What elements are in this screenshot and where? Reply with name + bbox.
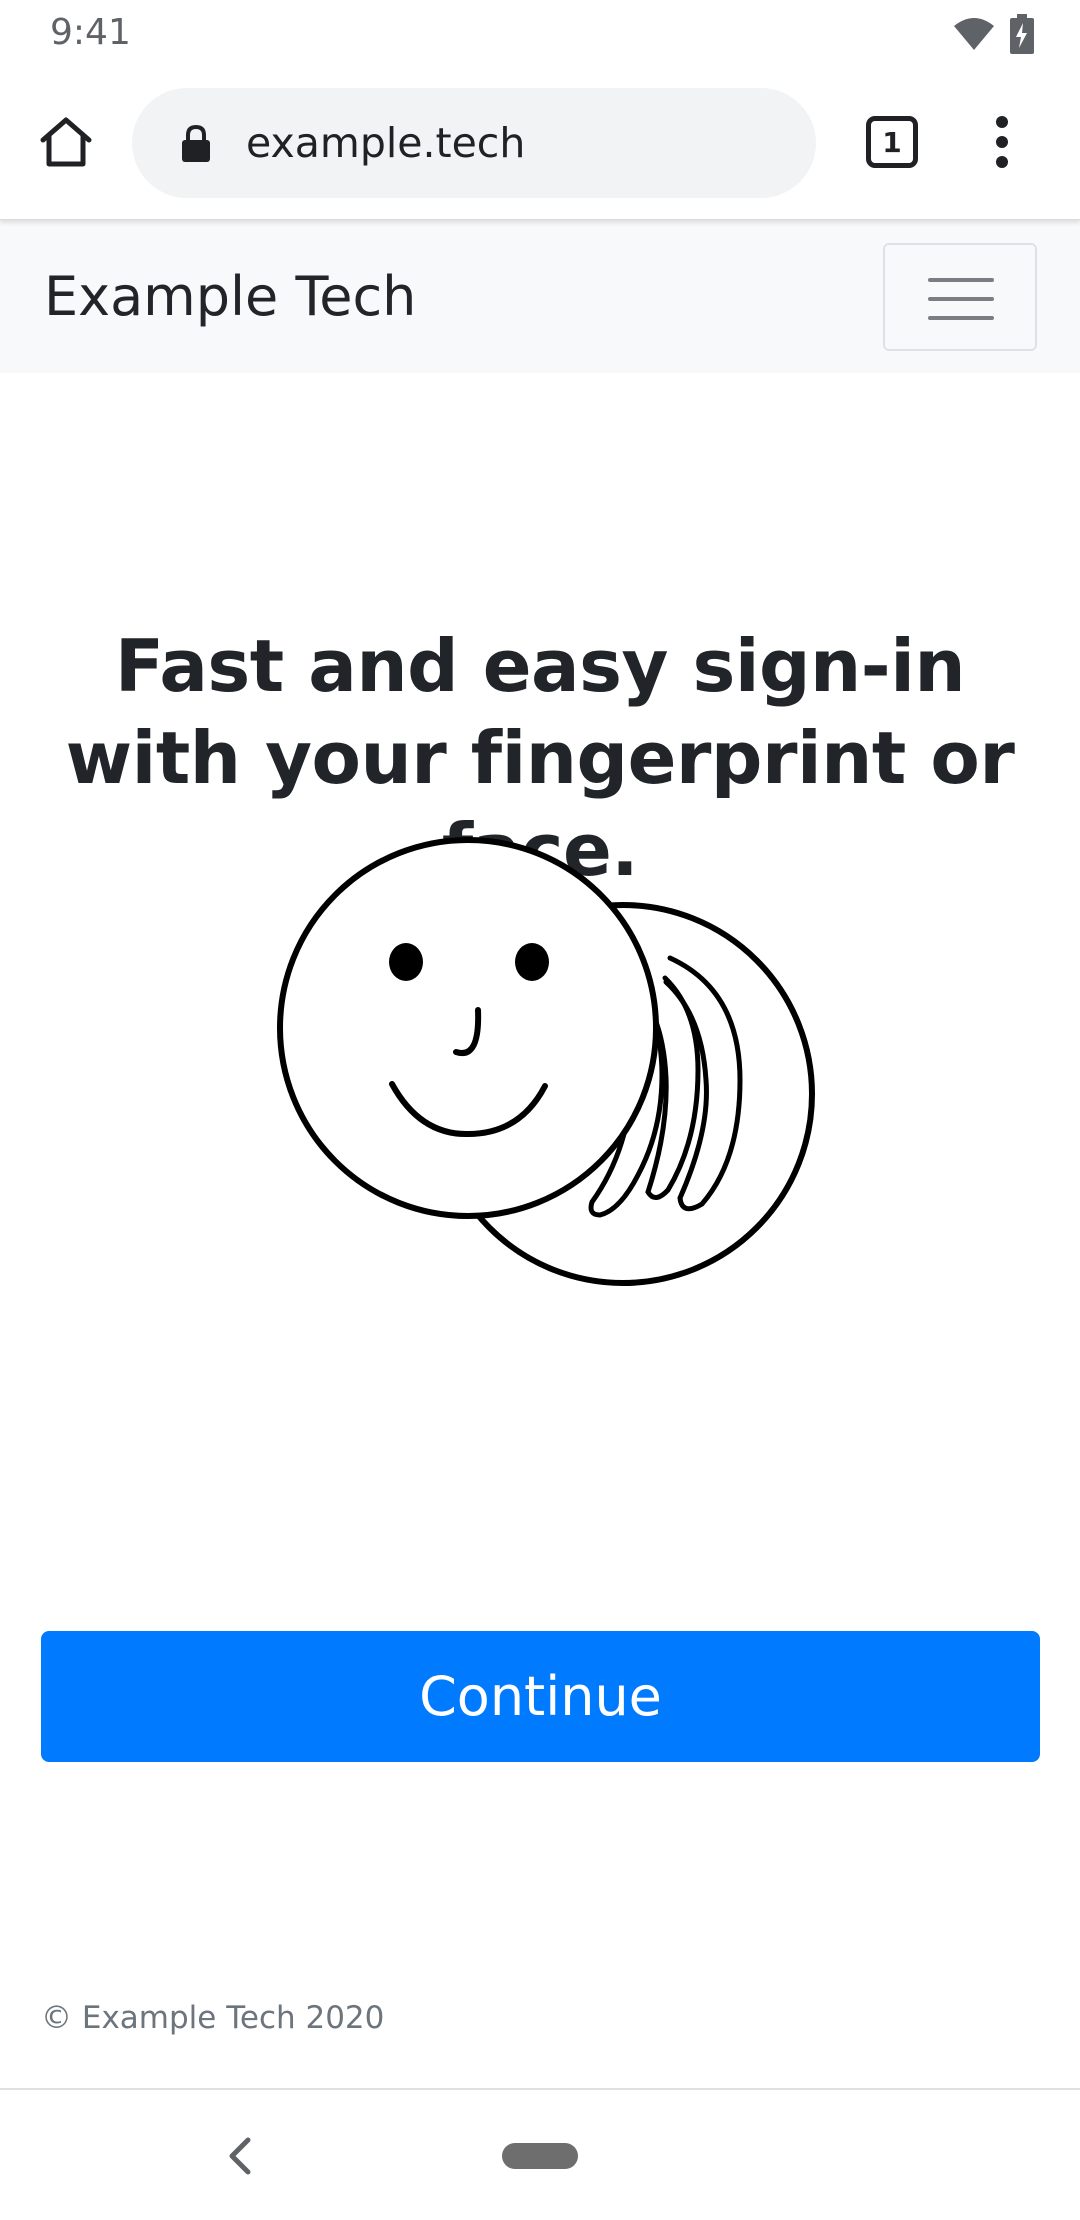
system-nav-bar: [0, 2088, 1080, 2220]
browser-toolbar: example.tech 1: [0, 68, 1080, 220]
more-vert-icon: [996, 116, 1008, 168]
home-pill[interactable]: [502, 2143, 578, 2169]
site-navbar: Example Tech: [0, 220, 1080, 373]
more-menu-button[interactable]: [980, 110, 1024, 174]
face-and-fingerprint-illustration: [277, 837, 815, 1286]
status-time: 9:41: [50, 12, 131, 53]
battery-icon: [1010, 14, 1034, 54]
tab-switcher-button[interactable]: 1: [866, 116, 918, 168]
hamburger-icon-bar: [928, 316, 994, 320]
status-icons: [952, 12, 1034, 56]
home-button[interactable]: [34, 110, 98, 174]
home-icon: [40, 117, 92, 167]
face-circle: [277, 837, 659, 1219]
url-bar[interactable]: example.tech: [132, 88, 816, 198]
hamburger-icon-bar: [928, 297, 994, 301]
wifi-icon: [954, 18, 994, 50]
lock-icon: [182, 124, 210, 162]
footer-copyright: © Example Tech 2020: [41, 2000, 385, 2036]
brand-link[interactable]: Example Tech: [44, 220, 416, 373]
navbar-toggler-button[interactable]: [883, 243, 1037, 351]
status-bar: 9:41: [0, 0, 1080, 68]
continue-button[interactable]: Continue: [41, 1631, 1040, 1762]
url-text: example.tech: [246, 119, 526, 167]
hamburger-icon-bar: [928, 278, 994, 282]
back-icon[interactable]: [220, 2132, 260, 2180]
